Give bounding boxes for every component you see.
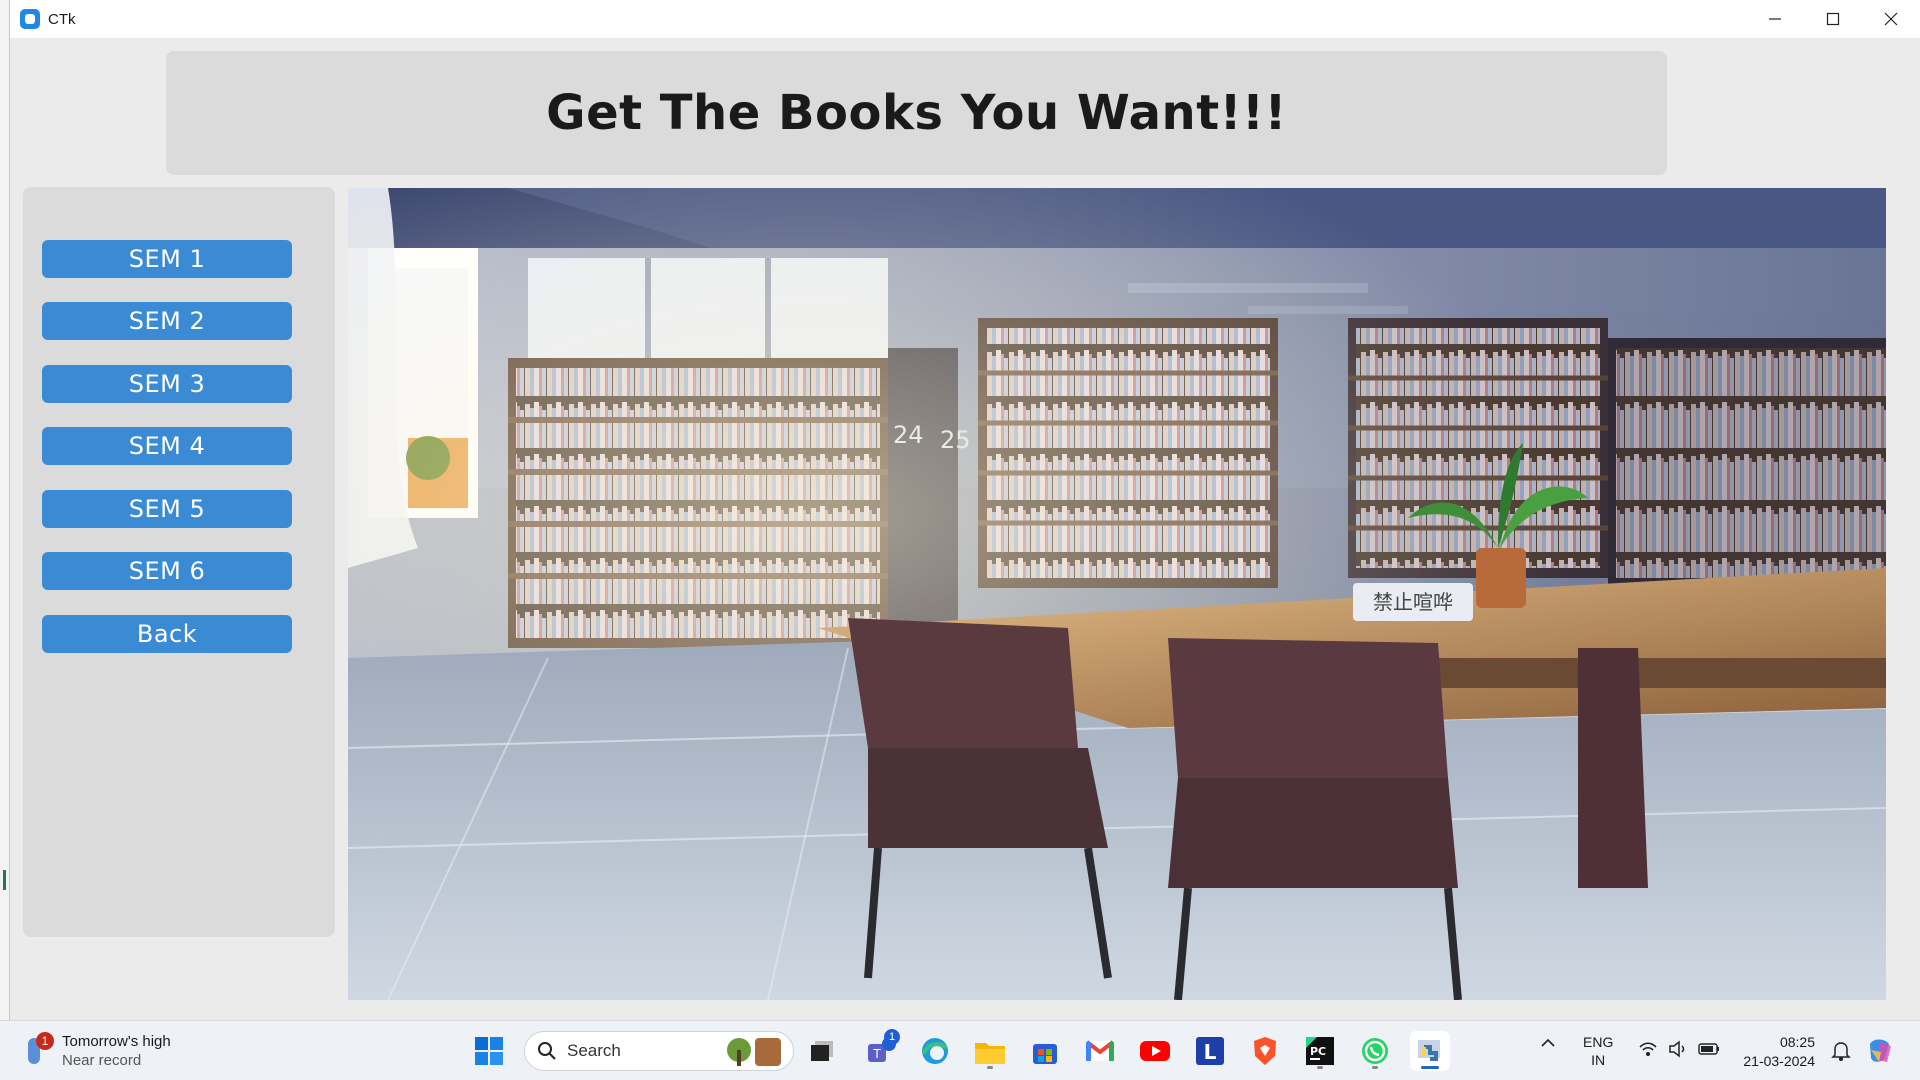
search-placeholder: Search xyxy=(567,1041,621,1060)
window-title: CTk xyxy=(48,10,76,28)
running-indicator xyxy=(1317,1066,1323,1069)
l-app-button[interactable]: L xyxy=(1190,1031,1230,1071)
l-app-icon: L xyxy=(1196,1037,1224,1065)
start-icon xyxy=(475,1037,503,1065)
task-view-icon xyxy=(811,1041,833,1061)
quiet-sign-text: 禁止喧哗 xyxy=(1373,590,1453,614)
sem-5-button[interactable]: SEM 5 xyxy=(42,490,292,528)
header-frame: Get The Books You Want!!! xyxy=(166,51,1667,175)
active-indicator xyxy=(1421,1066,1439,1069)
running-indicator xyxy=(1372,1066,1378,1069)
language-code: ENG xyxy=(1583,1034,1614,1050)
gmail-button[interactable] xyxy=(1080,1031,1120,1071)
svg-text:PC: PC xyxy=(1310,1045,1326,1058)
thermometer-icon: 1 xyxy=(24,1032,54,1068)
chevron-up-icon[interactable] xyxy=(1540,1035,1556,1051)
brave-icon xyxy=(1254,1037,1276,1065)
back-button[interactable]: Back xyxy=(42,615,292,653)
page-title: Get The Books You Want!!! xyxy=(546,85,1287,141)
store-icon xyxy=(1033,1044,1057,1064)
svg-text:T: T xyxy=(872,1047,881,1061)
library-image: 24 25 xyxy=(348,188,1886,1000)
app-icon xyxy=(20,9,40,29)
file-explorer-icon xyxy=(975,1043,1005,1064)
copilot-icon xyxy=(1870,1039,1891,1062)
minimize-button[interactable] xyxy=(1746,0,1804,38)
app-window: CTk Get The Books You Want!!! SEM 1 SEM … xyxy=(9,0,1920,1020)
clock[interactable]: 08:25 21-03-2024 xyxy=(1735,1033,1815,1071)
copilot-button[interactable] xyxy=(1860,1031,1900,1071)
weather-line1: Tomorrow's high xyxy=(62,1033,171,1050)
sem-4-button[interactable]: SEM 4 xyxy=(42,427,292,465)
running-indicator xyxy=(987,1066,993,1069)
teams-button[interactable]: T 1 xyxy=(860,1029,900,1071)
edge-button[interactable] xyxy=(915,1031,955,1071)
battery-icon xyxy=(1698,1043,1719,1055)
edge-icon xyxy=(922,1038,948,1064)
pycharm-button[interactable]: PC xyxy=(1300,1031,1340,1071)
clock-time: 08:25 xyxy=(1779,1034,1815,1050)
maximize-button[interactable] xyxy=(1804,0,1862,38)
client-area: Get The Books You Want!!! SEM 1 SEM 2 SE… xyxy=(10,38,1920,1020)
weather-badge: 1 xyxy=(36,1032,54,1050)
wifi-icon xyxy=(1639,1042,1657,1056)
clock-date: 21-03-2024 xyxy=(1743,1053,1815,1069)
gmail-icon xyxy=(1085,1040,1115,1061)
sem-1-button[interactable]: SEM 1 xyxy=(42,240,292,278)
volume-icon xyxy=(1669,1040,1685,1058)
brave-button[interactable] xyxy=(1245,1031,1285,1071)
teams-badge: 1 xyxy=(884,1029,900,1045)
whatsapp-button[interactable] xyxy=(1355,1031,1395,1071)
notification-bell-icon xyxy=(1831,1042,1851,1061)
store-button[interactable] xyxy=(1025,1031,1065,1071)
title-bar[interactable]: CTk xyxy=(10,0,1920,38)
sidebar: SEM 1 SEM 2 SEM 3 SEM 4 SEM 5 SEM 6 Back xyxy=(23,187,335,937)
sem-3-button[interactable]: SEM 3 xyxy=(42,365,292,403)
whatsapp-icon xyxy=(1362,1038,1388,1064)
task-view-button[interactable] xyxy=(802,1031,842,1071)
taskbar-search[interactable]: Search xyxy=(524,1031,794,1071)
weather-line2: Near record xyxy=(62,1052,142,1069)
search-icon xyxy=(538,1042,556,1060)
language-indicator[interactable]: ENG IN xyxy=(1583,1033,1613,1069)
youtube-icon xyxy=(1140,1041,1170,1061)
start-button[interactable] xyxy=(469,1031,509,1071)
maximize-icon xyxy=(1826,12,1840,26)
language-region: IN xyxy=(1591,1052,1606,1068)
close-button[interactable] xyxy=(1862,0,1920,38)
sem-6-button[interactable]: SEM 6 xyxy=(42,552,292,590)
system-tray[interactable] xyxy=(1638,1040,1720,1058)
desktop-edge xyxy=(0,0,9,1020)
python-icon xyxy=(1418,1040,1440,1061)
window-controls xyxy=(1746,0,1920,38)
svg-text:L: L xyxy=(1204,1040,1217,1064)
notification-button[interactable] xyxy=(1821,1031,1861,1071)
desktop-icon-fragment xyxy=(3,870,6,890)
search-highlight-icon xyxy=(727,1038,781,1066)
close-icon xyxy=(1884,12,1898,26)
minimize-icon xyxy=(1769,18,1781,20)
weather-widget[interactable]: 1 Tomorrow's high Near record xyxy=(24,1029,171,1073)
python-app-button[interactable] xyxy=(1410,1031,1450,1071)
file-explorer-button[interactable] xyxy=(970,1031,1010,1071)
sem-2-button[interactable]: SEM 2 xyxy=(42,302,292,340)
pycharm-icon: PC xyxy=(1306,1037,1334,1065)
youtube-button[interactable] xyxy=(1135,1031,1175,1071)
library-illustration: 24 25 xyxy=(348,188,1886,1000)
taskbar: 1 Tomorrow's high Near record Search T 1 xyxy=(0,1020,1920,1080)
